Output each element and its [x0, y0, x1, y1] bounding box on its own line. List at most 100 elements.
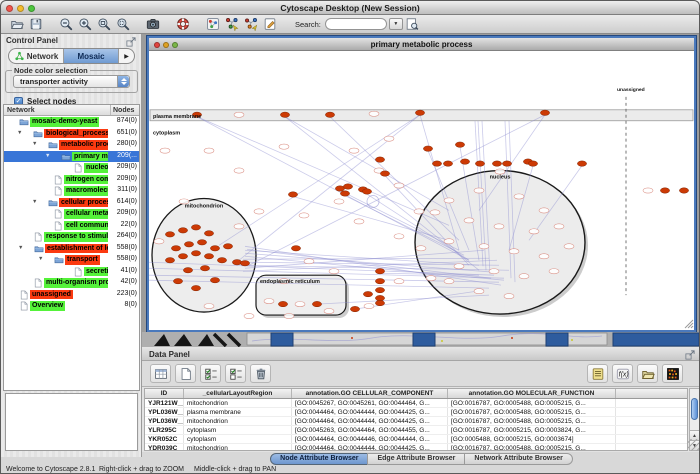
scrollbar-thumb[interactable] [691, 398, 698, 420]
search-input[interactable] [325, 18, 387, 30]
tree-row-count: 41(0) [101, 267, 137, 274]
tab-network[interactable]: Network [9, 49, 64, 63]
attribute-table-header[interactable]: ID_cellularLayoutRegionannotation.GO CEL… [145, 389, 687, 399]
tree-row[interactable]: ▼biological_process651(0) [4, 128, 139, 140]
search-advanced-icon[interactable] [403, 16, 421, 32]
expand-arrow-icon[interactable]: ▼ [18, 245, 23, 251]
browser-tab[interactable]: Network Attribute Browser [464, 453, 572, 465]
data-panel-resize-grip[interactable] [688, 439, 700, 451]
table-cell: [GO:0016787, GO:0005488, GO:0005215, G..… [448, 444, 616, 451]
tab-network-label: Network [27, 52, 59, 61]
snapshot-icon[interactable] [143, 16, 162, 33]
table-row[interactable]: YPL036W__1mitochondrion[GO:0044464, GO:0… [145, 417, 687, 426]
window-titlebar[interactable]: Cytoscape Desktop (New Session) [1, 1, 699, 15]
expand-arrow-icon[interactable]: ▼ [32, 199, 37, 205]
network-tree-header[interactable]: Network Nodes [4, 105, 139, 116]
table-cell: [GO:0044464, GO:0044446, GO:0044444, G..… [292, 435, 448, 443]
node-color-attribute-select[interactable]: transporter activity [13, 75, 130, 88]
float-panel-icon[interactable] [125, 35, 137, 46]
table-cell: YDR039C__1 [145, 444, 184, 451]
toolbar-gap [45, 24, 56, 25]
table-cell: mitochondrion [184, 444, 292, 451]
delete-attribute-icon[interactable] [250, 364, 271, 383]
column-header[interactable]: ID [145, 389, 184, 398]
svg-text:nucleus: nucleus [490, 175, 511, 181]
browser-tab[interactable]: Node Attribute Browser [270, 453, 368, 465]
help-icon[interactable] [173, 16, 192, 33]
tree-row-count: 209(0) [101, 175, 137, 182]
attribute-table[interactable]: ID_cellularLayoutRegionannotation.GO CEL… [144, 388, 688, 451]
network-view-window[interactable]: primary metabolic process plasma membran… [147, 36, 696, 332]
network-import-icon[interactable] [222, 16, 241, 33]
zoom-region-icon[interactable] [113, 16, 132, 33]
network-tree-rows: mosaic-demo-yeast874(0)▼biological_proce… [4, 116, 139, 312]
network-canvas[interactable]: plasma membranecytoplasmmitochondrionnuc… [149, 51, 694, 330]
control-panel-header: Control Panel [1, 34, 141, 47]
svg-text:endoplasmic reticulum: endoplasmic reticulum [260, 279, 320, 285]
file-icon [19, 301, 29, 311]
tree-row[interactable]: ▼primary metabo209(... [4, 151, 139, 163]
table-row[interactable]: YKR052Ccytoplasm[GO:0044464, GO:0044446,… [145, 435, 687, 444]
float-data-panel-icon[interactable] [684, 348, 696, 359]
tab-mosaic[interactable]: Mosaic [64, 49, 119, 63]
column-header[interactable]: annotation.GO MOLECULAR_FUNCTION [448, 389, 616, 398]
table-cell: [GO:0016787, GO:0005488, GO:0005215, G..… [448, 417, 616, 425]
expand-arrow-icon[interactable]: ▼ [45, 153, 50, 159]
attribute-list-icon[interactable] [587, 364, 608, 383]
tree-row[interactable]: Overview8(0) [4, 300, 139, 312]
tree-row[interactable]: unassigned223(0) [4, 289, 139, 301]
new-attribute-icon[interactable] [175, 364, 196, 383]
expand-arrow-icon[interactable]: ▼ [32, 141, 37, 147]
save-icon[interactable] [26, 16, 45, 33]
annotation-icon[interactable] [260, 16, 279, 33]
folder-icon [19, 117, 29, 127]
expand-arrow-icon[interactable]: ▼ [38, 256, 43, 262]
network-view-titlebar[interactable]: primary metabolic process [149, 38, 694, 51]
attribute-table-icon[interactable] [150, 364, 171, 383]
tree-row[interactable]: ▼transport558(0) [4, 254, 139, 266]
select-attributes-icon[interactable] [200, 364, 221, 383]
tree-row[interactable]: ▼establishment of lo558(0) [4, 243, 139, 255]
tree-row[interactable]: ▼cellular process614(0) [4, 197, 139, 209]
layout-icon[interactable] [203, 16, 222, 33]
tree-row[interactable]: multi-organism pro42(0) [4, 277, 139, 289]
table-cell: [GO:0045267, GO:0045261, GO:0044464, G..… [292, 399, 448, 407]
column-header[interactable]: annotation.GO CELLULAR_COMPONENT [292, 389, 448, 398]
tree-row[interactable]: macromolecule311(0) [4, 185, 139, 197]
browser-tab[interactable]: Edge Attribute Browser [367, 453, 465, 465]
tree-column-nodes[interactable]: Nodes [110, 105, 139, 115]
table-row[interactable]: YPL036W__2plasma membrane[GO:0044464, GO… [145, 408, 687, 417]
tree-row-label: response to stimulu [44, 232, 108, 242]
search-dropdown-button[interactable]: ▼ [389, 18, 403, 30]
tab-overflow-arrow[interactable]: ▶ [119, 49, 134, 63]
tree-column-network[interactable]: Network [4, 105, 110, 115]
table-cell-filler [616, 426, 687, 434]
tree-row[interactable]: nitrogen compo209(0) [4, 174, 139, 186]
tree-row[interactable]: secretion41(0) [4, 266, 139, 278]
tree-row[interactable]: response to stimulu264(0) [4, 231, 139, 243]
zoom-in-icon[interactable] [75, 16, 94, 33]
column-header[interactable]: _cellularLayoutRegion [184, 389, 292, 398]
table-row[interactable]: YLR295Ccytoplasm[GO:0045263, GO:0044464,… [145, 426, 687, 435]
tree-row[interactable]: mosaic-demo-yeast874(0) [4, 116, 139, 128]
expand-arrow-icon[interactable]: ▼ [17, 130, 22, 136]
network-export-icon[interactable] [241, 16, 260, 33]
tree-row[interactable]: cellular metabo209(0) [4, 208, 139, 220]
control-panel-title: Control Panel [6, 36, 58, 45]
zoom-fit-icon[interactable] [94, 16, 113, 33]
birdseye-view-panel[interactable] [5, 393, 138, 451]
table-row[interactable]: YJR121W__1mitochondrion[GO:0045267, GO:0… [145, 399, 687, 408]
import-attributes-icon[interactable] [637, 364, 658, 383]
matrix-icon[interactable] [662, 364, 683, 383]
open-icon[interactable] [7, 16, 26, 33]
tree-row[interactable]: nucleobase-209(0) [4, 162, 139, 174]
formula-icon[interactable]: f(x) [612, 364, 633, 383]
tree-row-count: 209(0) [101, 163, 137, 170]
unselect-attributes-icon[interactable] [225, 364, 246, 383]
table-row[interactable]: YDR039C__1mitochondrion[GO:0044464, GO:0… [145, 444, 687, 451]
cytoscape-window: Cytoscape Desktop (New Session) Search: … [0, 0, 700, 474]
tree-row[interactable]: ▼metabolic process280(0) [4, 139, 139, 151]
tree-row[interactable]: cell communicat22(0) [4, 220, 139, 232]
window-title: Cytoscape Desktop (New Session) [1, 3, 699, 13]
zoom-out-icon[interactable] [56, 16, 75, 33]
